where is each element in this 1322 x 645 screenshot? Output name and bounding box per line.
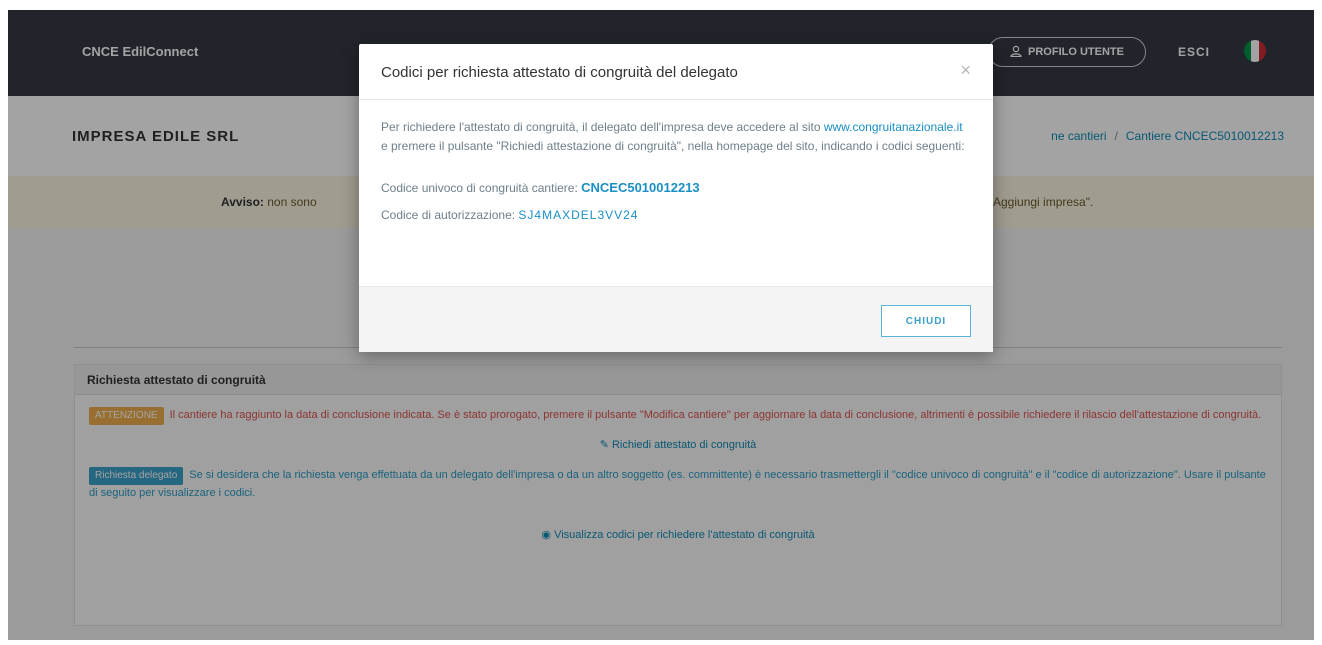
modal-header: Codici per richiesta attestato di congru… xyxy=(359,44,993,100)
intro-text-1: Per richiedere l'attestato di congruità,… xyxy=(381,120,824,134)
congruita-site-link[interactable]: www.congruitanazionale.it xyxy=(824,120,963,134)
intro-text-2: e premere il pulsante "Richiedi attestaz… xyxy=(381,139,965,153)
unique-code-label: Codice univoco di congruità cantiere: xyxy=(381,181,578,195)
modal-footer: CHIUDI xyxy=(359,286,993,352)
modal-body: Per richiedere l'attestato di congruità,… xyxy=(381,118,971,225)
page: CNCE EdilConnect PROFILO UTENTE ESCI IMP… xyxy=(8,10,1314,640)
auth-code-value: SJ4MAXDEL3VV24 xyxy=(518,208,639,222)
auth-code-row: Codice di autorizzazione: SJ4MAXDEL3VV24 xyxy=(381,206,971,225)
unique-code-row: Codice univoco di congruità cantiere: CN… xyxy=(381,178,971,198)
close-icon[interactable]: × xyxy=(960,60,971,81)
close-button[interactable]: CHIUDI xyxy=(881,305,971,337)
unique-code-value: CNCEC5010012213 xyxy=(581,180,700,195)
codes-modal: Codici per richiesta attestato di congru… xyxy=(359,44,993,352)
modal-intro: Per richiedere l'attestato di congruità,… xyxy=(381,118,971,156)
auth-code-label: Codice di autorizzazione: xyxy=(381,208,516,222)
modal-title: Codici per richiesta attestato di congru… xyxy=(381,64,738,81)
